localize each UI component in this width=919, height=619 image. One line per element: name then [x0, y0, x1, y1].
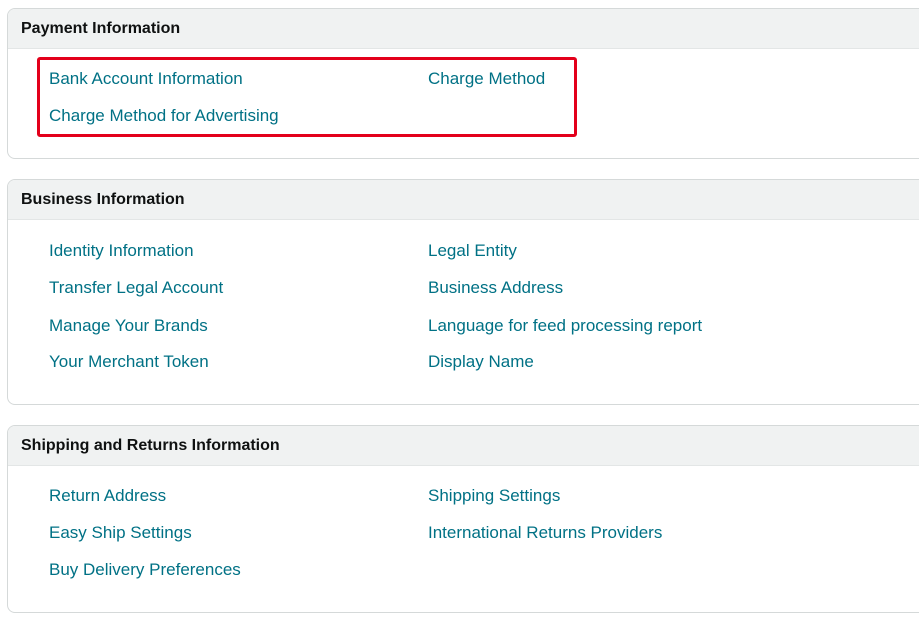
language-for-feed-processing-report-link[interactable]: Language for feed processing report [428, 316, 702, 336]
shipping-returns-information-card: Shipping and Returns Information Return … [7, 425, 919, 613]
charge-method-for-advertising-link[interactable]: Charge Method for Advertising [49, 106, 279, 126]
legal-entity-link[interactable]: Legal Entity [428, 241, 517, 261]
shipping-settings-link[interactable]: Shipping Settings [428, 486, 560, 506]
identity-information-link[interactable]: Identity Information [49, 241, 194, 261]
settings-page: Payment Information Bank Account Informa… [0, 0, 919, 619]
shipping-returns-information-header: Shipping and Returns Information [8, 426, 919, 466]
charge-method-link[interactable]: Charge Method [428, 69, 545, 89]
display-name-link[interactable]: Display Name [428, 352, 534, 372]
return-address-link[interactable]: Return Address [49, 486, 166, 506]
business-address-link[interactable]: Business Address [428, 278, 563, 298]
business-information-card: Business Information Identity Informatio… [7, 179, 919, 405]
easy-ship-settings-link[interactable]: Easy Ship Settings [49, 523, 192, 543]
business-information-title: Business Information [21, 190, 185, 208]
payment-information-title: Payment Information [21, 19, 181, 37]
bank-account-information-link[interactable]: Bank Account Information [49, 69, 243, 89]
business-information-header: Business Information [8, 180, 919, 220]
buy-delivery-preferences-link[interactable]: Buy Delivery Preferences [49, 560, 241, 580]
payment-information-card: Payment Information Bank Account Informa… [7, 8, 919, 159]
international-returns-providers-link[interactable]: International Returns Providers [428, 523, 662, 543]
manage-your-brands-link[interactable]: Manage Your Brands [49, 316, 208, 336]
shipping-returns-information-title: Shipping and Returns Information [21, 436, 280, 454]
transfer-legal-account-link[interactable]: Transfer Legal Account [49, 278, 223, 298]
your-merchant-token-link[interactable]: Your Merchant Token [49, 352, 209, 372]
payment-information-header: Payment Information [8, 9, 919, 49]
